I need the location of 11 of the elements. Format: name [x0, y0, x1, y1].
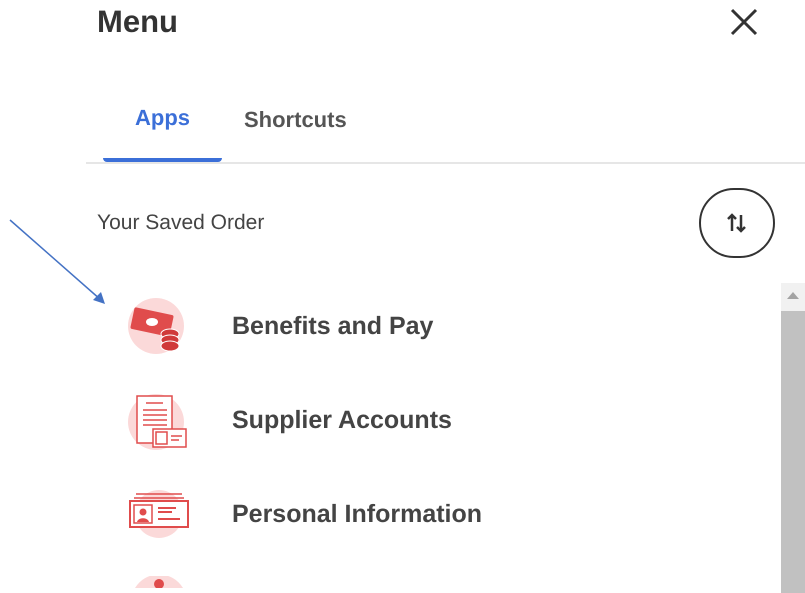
tab[interactable]: Shortcuts	[222, 77, 369, 162]
app-link[interactable]: Personal Information	[232, 496, 482, 534]
menu-title: Menu	[97, 2, 178, 41]
close-icon	[729, 7, 759, 37]
app-link[interactable]: Benefits and Pay	[232, 308, 434, 346]
sort-arrows-icon	[725, 211, 749, 235]
scroll-up-icon	[787, 291, 799, 299]
section-label: Your Saved Order	[97, 210, 264, 236]
app-link[interactable]: Supplier Accounts	[232, 402, 452, 440]
sort-button[interactable]	[699, 188, 775, 258]
tab[interactable]: Apps	[103, 77, 222, 162]
